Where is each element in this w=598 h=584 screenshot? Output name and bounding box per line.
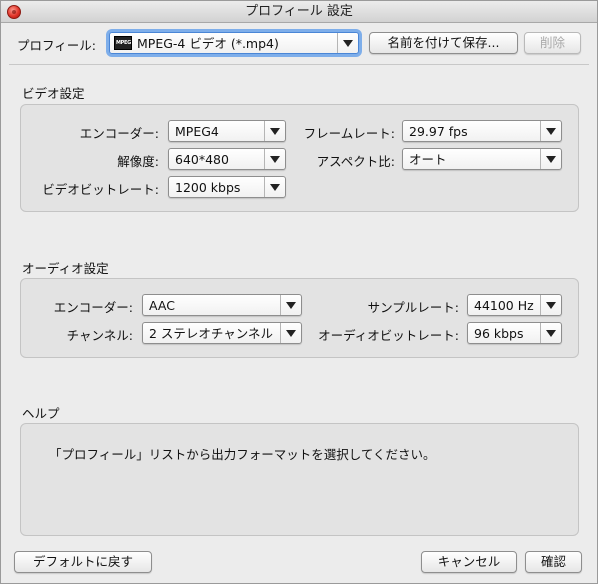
video-settings-group: エンコーダー: MPEG4 解像度: 640*480 ビデオビットレート: 12… — [20, 104, 579, 212]
aspect-ratio-label: アスペクト比: — [316, 154, 395, 169]
video-section-title: ビデオ設定 — [22, 86, 85, 101]
chevron-down-icon — [540, 149, 561, 169]
chevron-down-icon — [540, 121, 561, 141]
chevron-down-icon — [540, 323, 561, 343]
samplerate-select[interactable]: 44100 Hz — [467, 294, 562, 316]
audio-encoder-select[interactable]: AAC — [142, 294, 302, 316]
help-box: 「プロフィール」リストから出力フォーマットを選択してください。 — [20, 423, 579, 536]
profile-select-value: MPEG-4 ビデオ (*.mp4) — [137, 36, 279, 51]
video-bitrate-label: ビデオビットレート: — [42, 182, 159, 197]
profile-settings-window: プロフィール 設定 プロフィール: MPEG MPEG-4 ビデオ (*.mp4… — [0, 0, 598, 584]
samplerate-value: 44100 Hz — [474, 298, 534, 313]
close-window-button[interactable] — [7, 5, 21, 19]
audio-settings-group: エンコーダー: AAC チャンネル: 2 ステレオチャンネル サンプルレート: … — [20, 278, 579, 358]
framerate-select[interactable]: 29.97 fps — [402, 120, 562, 142]
aspect-ratio-select[interactable]: オート — [402, 148, 562, 170]
video-bitrate-select[interactable]: 1200 kbps — [168, 176, 286, 198]
video-encoder-value: MPEG4 — [175, 124, 219, 139]
framerate-value: 29.97 fps — [409, 124, 468, 139]
chevron-down-icon — [337, 33, 358, 53]
title-bar[interactable]: プロフィール 設定 — [1, 1, 597, 23]
help-text: 「プロフィール」リストから出力フォーマットを選択してください。 — [49, 447, 436, 462]
resolution-value: 640*480 — [175, 152, 229, 167]
chevron-down-icon — [264, 177, 285, 197]
mpeg-icon: MPEG — [114, 36, 132, 50]
channel-label: チャンネル: — [66, 328, 133, 343]
chevron-down-icon — [280, 295, 301, 315]
ok-button[interactable]: 確認 — [525, 551, 582, 573]
video-encoder-label: エンコーダー: — [79, 126, 159, 141]
profile-select[interactable]: MPEG MPEG-4 ビデオ (*.mp4) — [109, 32, 359, 54]
aspect-ratio-value: オート — [409, 152, 447, 167]
chevron-down-icon — [264, 149, 285, 169]
channel-value: 2 ステレオチャンネル — [149, 326, 274, 341]
audio-encoder-label: エンコーダー: — [53, 300, 133, 315]
audio-bitrate-select[interactable]: 96 kbps — [467, 322, 562, 344]
audio-bitrate-value: 96 kbps — [474, 326, 524, 341]
cancel-button[interactable]: キャンセル — [421, 551, 517, 573]
delete-button[interactable]: 削除 — [524, 32, 581, 54]
audio-encoder-value: AAC — [149, 298, 175, 313]
video-bitrate-value: 1200 kbps — [175, 180, 241, 195]
video-encoder-select[interactable]: MPEG4 — [168, 120, 286, 142]
framerate-label: フレームレート: — [303, 126, 395, 141]
resolution-label: 解像度: — [117, 154, 159, 169]
chevron-down-icon — [264, 121, 285, 141]
channel-select[interactable]: 2 ステレオチャンネル — [142, 322, 302, 344]
chevron-down-icon — [540, 295, 561, 315]
samplerate-label: サンプルレート: — [367, 300, 459, 315]
audio-bitrate-label: オーディオビットレート: — [318, 328, 459, 343]
window-title: プロフィール 設定 — [245, 4, 353, 19]
audio-section-title: オーディオ設定 — [22, 261, 109, 276]
help-section-title: ヘルプ — [22, 406, 60, 421]
divider — [9, 64, 589, 65]
resolution-select[interactable]: 640*480 — [168, 148, 286, 170]
profile-label: プロフィール: — [17, 38, 96, 53]
restore-defaults-button[interactable]: デフォルトに戻す — [14, 551, 152, 573]
save-as-button[interactable]: 名前を付けて保存... — [369, 32, 518, 54]
